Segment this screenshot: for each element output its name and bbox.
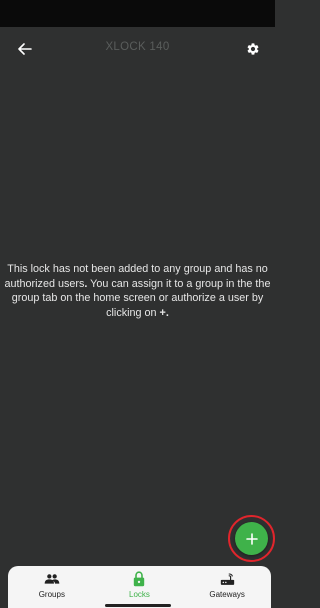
add-button[interactable] [235, 522, 268, 555]
lock-icon [134, 571, 145, 587]
nav-item-locks[interactable]: Locks [99, 570, 179, 599]
back-button[interactable] [12, 37, 38, 61]
people-icon [44, 574, 60, 584]
nav-item-groups[interactable]: Groups [12, 570, 92, 599]
arrow-left-icon [18, 43, 32, 55]
router-icon [220, 573, 234, 585]
home-indicator [105, 604, 171, 607]
page-title: XLOCK 140 [105, 41, 170, 53]
nav-label-groups: Groups [38, 590, 65, 599]
app-bar: XLOCK 140 [0, 27, 275, 71]
settings-button[interactable] [241, 37, 265, 61]
nav-label-gateways: Gateways [209, 590, 245, 599]
empty-state-message: This lock has not been added to any grou… [4, 262, 271, 320]
bottom-navigation: Groups Locks Gateways [8, 566, 271, 608]
nav-label-locks: Locks [129, 590, 150, 599]
message-end: . [165, 306, 169, 319]
plus-icon [245, 532, 258, 545]
gear-icon [247, 43, 259, 55]
nav-item-gateways[interactable]: Gateways [187, 570, 267, 599]
status-bar [0, 0, 275, 27]
